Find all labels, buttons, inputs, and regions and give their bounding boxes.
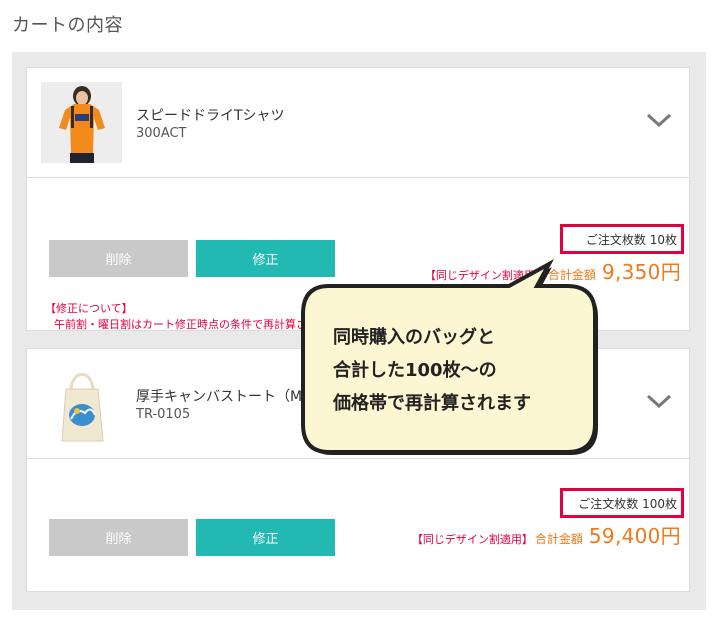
product-code: 300ACT	[136, 126, 187, 141]
price-row: 【同じデザイン割適用】 合計金額 59,400円	[412, 520, 681, 549]
callout-text: 同時購入のバッグと 合計した100枚～の 価格帯で再計算されます	[333, 321, 531, 420]
product-name: スピードドライTシャツ	[136, 108, 285, 124]
product-thumbnail	[41, 363, 122, 444]
callout-line: 価格帯で再計算されます	[333, 393, 531, 414]
product-thumbnail	[41, 82, 122, 163]
product-name: 厚手キャンバストート（M）	[136, 389, 317, 405]
delete-button[interactable]: 削除	[49, 519, 188, 556]
total-amount: 59,400円	[588, 524, 681, 548]
chevron-down-icon[interactable]	[645, 391, 673, 411]
callout-bubble: 同時購入のバッグと 合計した100枚～の 価格帯で再計算されます	[299, 258, 604, 458]
delete-button[interactable]: 削除	[49, 240, 188, 277]
order-quantity: ご注文枚数 10枚	[560, 224, 684, 254]
discount-note: 【同じデザイン割適用】	[411, 533, 533, 546]
edit-button[interactable]: 修正	[196, 519, 335, 556]
total-label: 合計金額	[534, 532, 583, 546]
total-amount: 9,350円	[601, 260, 681, 284]
edit-notice-body: 午前割・曜日割はカート修正時点の条件で再計算されます	[54, 318, 340, 331]
edit-notice-title: 【修正について】	[45, 302, 133, 315]
canvas-tote-photo-icon	[41, 363, 122, 444]
order-quantity: ご注文枚数 100枚	[560, 488, 684, 518]
callout-line: 合計した100枚～の	[333, 360, 497, 381]
product-code: TR-0105	[136, 407, 191, 422]
page-title: カートの内容	[12, 15, 123, 36]
callout-line: 同時購入のバッグと	[333, 327, 495, 348]
cart-item-header[interactable]: スピードドライTシャツ 300ACT	[27, 68, 689, 178]
orange-tshirt-photo-icon	[41, 82, 122, 163]
edit-notice: 【修正について】 午前割・曜日割はカート修正時点の条件で再計算されます	[45, 301, 340, 333]
chevron-down-icon[interactable]	[645, 110, 673, 130]
